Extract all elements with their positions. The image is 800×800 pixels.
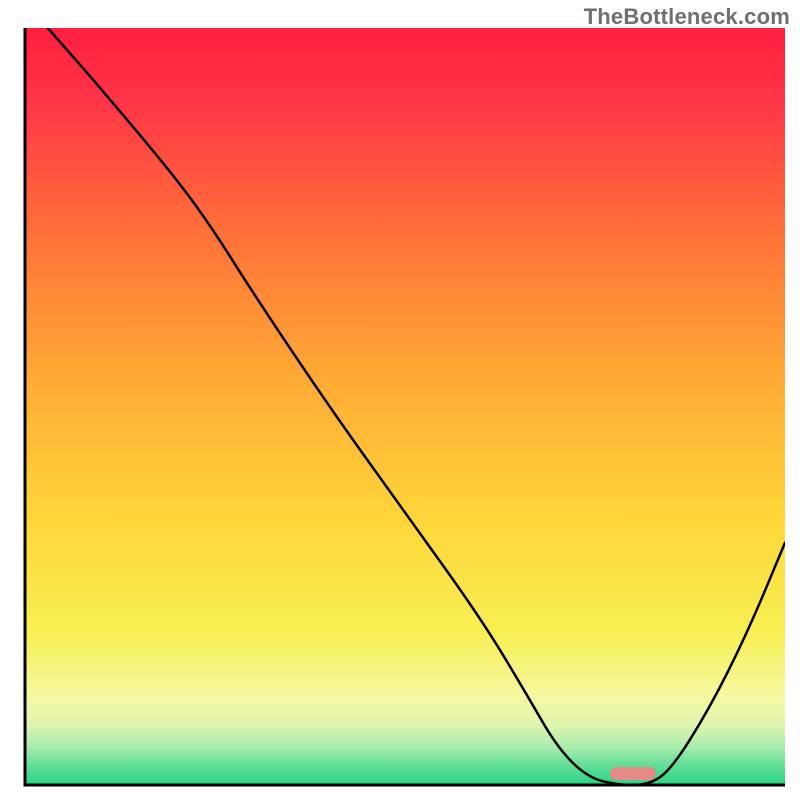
chart-container: TheBottleneck.com <box>0 0 800 800</box>
optimal-marker <box>610 767 656 780</box>
watermark-label: TheBottleneck.com <box>584 4 790 30</box>
plot-background <box>25 28 785 785</box>
bottleneck-chart <box>0 0 800 800</box>
